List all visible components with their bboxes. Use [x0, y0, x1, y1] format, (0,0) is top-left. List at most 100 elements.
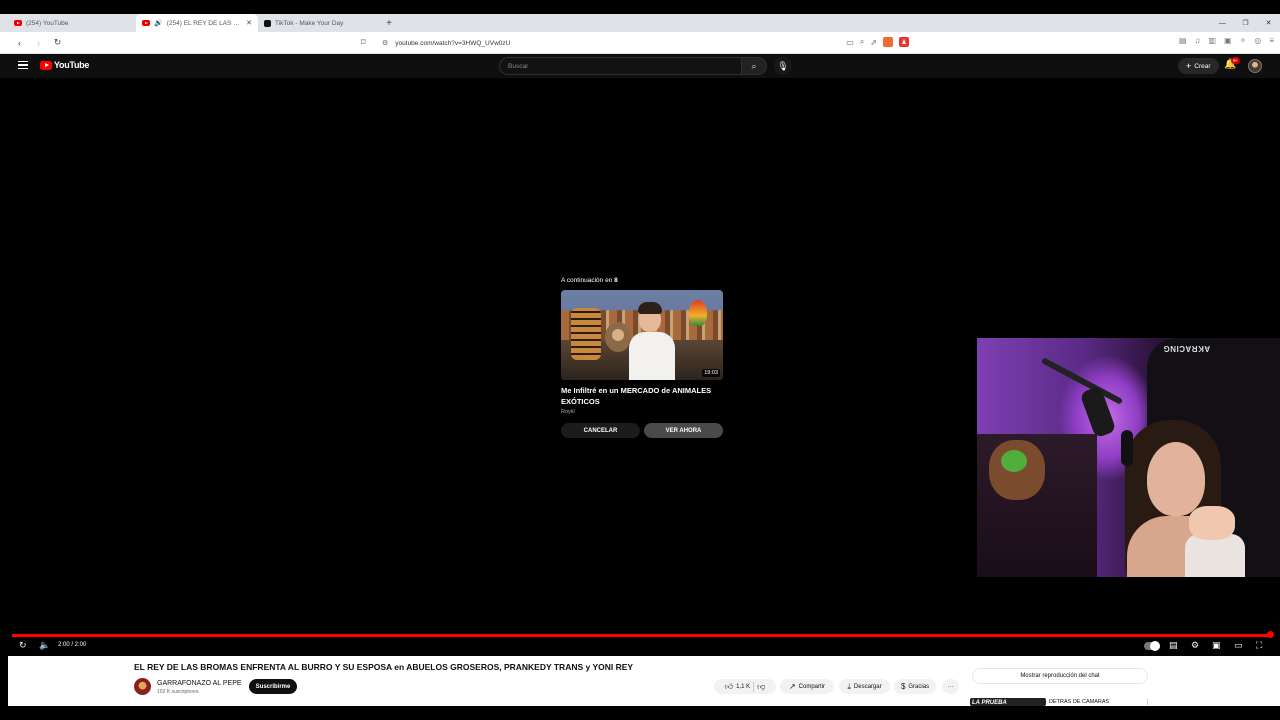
url-bar[interactable]: ⚙ youtube.com/watch?v=3HWQ_UVw0zU ▭ ⌕ ⇗: [377, 35, 915, 51]
window-controls: — ❐ ✕: [1211, 14, 1280, 32]
miniplayer-icon[interactable]: ▣: [1212, 640, 1221, 651]
wallet-icon[interactable]: ▣: [1224, 36, 1232, 45]
video-player[interactable]: A continuación en 8 19:03 Me Infiltré en…: [0, 78, 1280, 656]
player-controls: ↻ 🔈 2:00 / 2:00 ▤ ⚙ ▣ ▭ ⛶: [0, 638, 1280, 654]
extensions-row: ▤ ♫ ▥ ▣ ✧ ◎ ≡: [1179, 36, 1274, 45]
url-actions: ▭ ⌕ ⇗: [846, 37, 909, 47]
cast-icon[interactable]: ▭: [846, 38, 854, 47]
leo-icon[interactable]: ✧: [1240, 36, 1247, 45]
upnext-label: A continuación en 8: [561, 277, 725, 284]
thumb-person: [629, 302, 675, 380]
tab-label: (254) EL REY DE LAS BROMAS: [166, 19, 243, 27]
cancel-button[interactable]: CANCELAR: [561, 423, 640, 438]
autoplay-toggle[interactable]: [1144, 641, 1160, 651]
endscreen-buttons: CANCELAR VER AHORA: [561, 423, 725, 438]
share-label: Compartir: [798, 683, 826, 690]
like-dislike-group: 👍︎ 1,1 K 👎︎: [714, 679, 776, 694]
time-display: 2:00 / 2:00: [58, 642, 87, 648]
thumbs-down-icon[interactable]: 👎︎: [757, 682, 765, 692]
close-icon[interactable]: ✕: [246, 19, 252, 27]
bookmark-icon[interactable]: ⌑: [361, 37, 366, 48]
youtube-icon: [142, 20, 150, 26]
thumb-monkey: [605, 322, 631, 352]
address-row: ‹ › ↻ ⌑ ⚙ youtube.com/watch?v=3HWQ_UVw0z…: [0, 32, 1280, 54]
microphone-icon: 🎙: [777, 60, 789, 71]
like-count[interactable]: 1,1 K: [736, 684, 750, 690]
download-button[interactable]: ⤓ Descargar: [839, 679, 890, 694]
youtube-logo[interactable]: YouTube: [40, 60, 89, 70]
minimize-icon[interactable]: —: [1211, 14, 1234, 32]
theater-mode-icon[interactable]: ▭: [1234, 640, 1243, 651]
site-info-icon[interactable]: ⚙: [382, 39, 388, 47]
tab-current-video[interactable]: 🔊 (254) EL REY DE LAS BROMAS ✕: [136, 14, 258, 32]
recommended-thumbnail[interactable]: LA PRUEBA: [970, 698, 1046, 706]
brave-rewards-icon[interactable]: [899, 37, 909, 47]
forward-icon[interactable]: ›: [31, 35, 46, 50]
search-button[interactable]: ⌕: [741, 57, 767, 75]
share-arrow-icon: ↗: [788, 682, 796, 691]
menu-icon[interactable]: ≡: [1269, 36, 1274, 45]
hamburger-menu-icon[interactable]: [18, 60, 28, 70]
new-tab-button[interactable]: +: [380, 14, 398, 32]
voice-search-button[interactable]: 🎙: [774, 57, 792, 75]
channel-avatar[interactable]: [134, 678, 151, 695]
search-input[interactable]: [499, 57, 741, 75]
youtube-logo-text: YouTube: [54, 60, 90, 70]
progress-bar[interactable]: [12, 634, 1270, 637]
upnext-title[interactable]: Me Infiltré en un MERCADO de ANIMALES EX…: [561, 386, 723, 407]
plus-icon: +: [1186, 61, 1192, 71]
countdown: 8: [614, 277, 618, 284]
thumbs-up-icon[interactable]: 👍︎: [725, 682, 733, 692]
search-box: ⌕ 🎙: [499, 57, 792, 75]
share-icon[interactable]: ⇗: [870, 38, 877, 47]
download-icon: ⤓: [847, 681, 851, 691]
upnext-channel: Roykl: [561, 409, 575, 415]
volume-icon[interactable]: 🔈: [39, 640, 50, 651]
replay-icon[interactable]: ↻: [19, 640, 27, 651]
tab-label: TikTok - Make Your Day: [275, 19, 344, 27]
zoom-icon[interactable]: ⌕: [860, 37, 864, 47]
progress-scrubber[interactable]: [1267, 631, 1274, 638]
fullscreen-icon[interactable]: ⛶: [1256, 640, 1262, 651]
reload-icon[interactable]: ↻: [50, 35, 65, 50]
speaker-icon[interactable]: 🔊: [154, 19, 163, 27]
thanks-button[interactable]: $ Gracias: [894, 679, 936, 694]
tab-youtube-home[interactable]: (254) YouTube: [8, 14, 130, 32]
brave-shield-icon[interactable]: [883, 37, 893, 47]
video-info-panel: EL REY DE LAS BROMAS ENFRENTA AL BURRO Y…: [8, 656, 1280, 706]
reading-list-icon[interactable]: ▥: [1209, 36, 1217, 45]
more-actions-button[interactable]: ···: [942, 679, 959, 694]
recommended-title[interactable]: DETRAS DE CAMARAS: [1049, 699, 1109, 705]
subscribe-button[interactable]: Suscribirme: [249, 679, 297, 694]
browser-tabstrip: (254) YouTube 🔊 (254) EL REY DE LAS BROM…: [0, 14, 1280, 32]
restore-icon[interactable]: ❐: [1234, 14, 1257, 32]
youtube-masthead: YouTube ⌕ 🎙 + Crear 🔔 9+: [0, 54, 1280, 78]
search-icon: ⌕: [751, 60, 757, 71]
tiktok-icon: [264, 19, 271, 27]
url-text[interactable]: youtube.com/watch?v=3HWQ_UVw0zU: [395, 40, 510, 47]
super-thanks-icon: $: [900, 682, 906, 691]
channel-name[interactable]: GARRAFONAZO AL PEPE: [157, 680, 242, 687]
video-duration: 19:03: [702, 369, 720, 377]
chair-logo: AKRACING: [1163, 344, 1211, 353]
sidebar-icon[interactable]: ▤: [1179, 36, 1187, 45]
music-icon[interactable]: ♫: [1195, 36, 1201, 45]
vpn-icon[interactable]: ◎: [1254, 36, 1261, 45]
chat-replay-button[interactable]: Mostrar reproducción del chat: [972, 668, 1148, 684]
vertical-dots-icon[interactable]: ⋮: [1144, 698, 1151, 706]
create-button[interactable]: + Crear: [1178, 58, 1219, 74]
upnext-prefix: A continuación en: [561, 277, 613, 284]
streamer-webcam-overlay: AKRACING: [977, 338, 1280, 577]
video-title: EL REY DE LAS BROMAS ENFRENTA AL BURRO Y…: [134, 662, 634, 672]
share-button[interactable]: ↗ Compartir: [780, 679, 834, 694]
subtitles-icon[interactable]: ▤: [1169, 640, 1178, 651]
upnext-thumbnail[interactable]: 19:03: [561, 290, 723, 380]
account-avatar[interactable]: [1248, 59, 1262, 73]
close-window-icon[interactable]: ✕: [1257, 14, 1280, 32]
screen-top-bar: [0, 0, 1280, 14]
back-icon[interactable]: ‹: [12, 35, 27, 50]
settings-gear-icon[interactable]: ⚙: [1191, 640, 1199, 651]
watch-now-button[interactable]: VER AHORA: [644, 423, 723, 438]
notification-badge: 9+: [1231, 57, 1241, 64]
tab-tiktok[interactable]: TikTok - Make Your Day: [258, 14, 380, 32]
